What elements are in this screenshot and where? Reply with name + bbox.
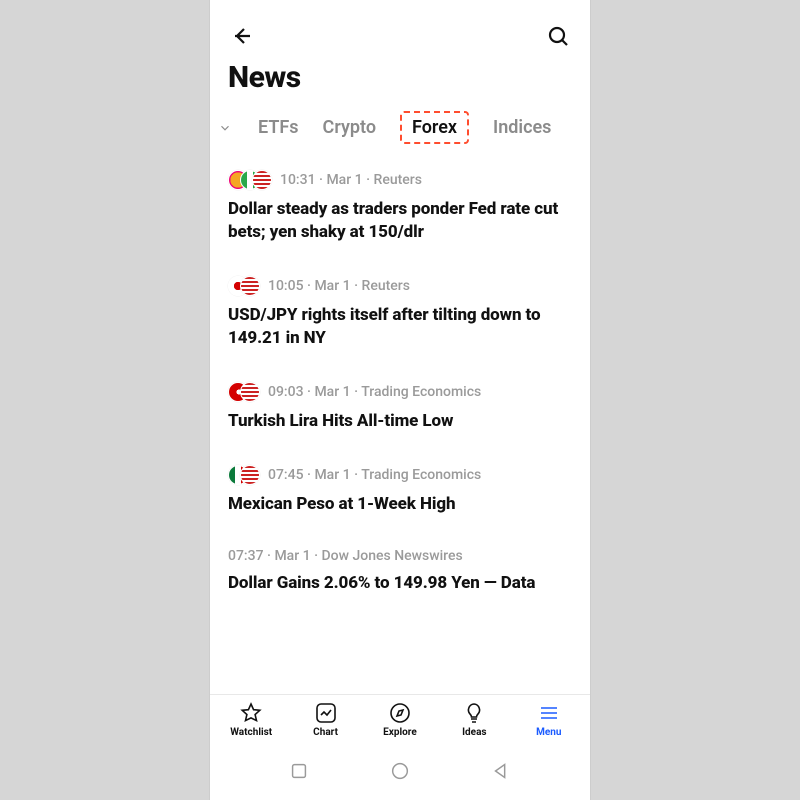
tab-indices[interactable]: Indices bbox=[493, 117, 551, 138]
news-headline: Dollar Gains 2.06% to 149.98 Yen — Data bbox=[228, 572, 572, 595]
news-item[interactable]: 07:37 · Mar 1 · Dow Jones Newswires Dolla… bbox=[228, 538, 572, 617]
news-meta-row: 09:03 · Mar 1 · Trading Economics bbox=[228, 382, 572, 402]
news-headline: USD/JPY rights itself after tilting down… bbox=[228, 304, 572, 350]
lightbulb-icon bbox=[462, 701, 486, 725]
currency-flags bbox=[228, 276, 260, 296]
back-arrow-icon bbox=[230, 24, 254, 48]
search-button[interactable] bbox=[544, 22, 572, 50]
news-meta: 10:05 · Mar 1 · Reuters bbox=[268, 278, 410, 294]
currency-flags bbox=[228, 170, 272, 190]
tabbar-label: Explore bbox=[383, 727, 417, 738]
news-headline: Mexican Peso at 1-Week High bbox=[228, 493, 572, 516]
bottom-tab-bar: Watchlist Chart Explore Ideas Menu bbox=[210, 694, 590, 744]
news-meta-row: 10:31 · Mar 1 · Reuters bbox=[228, 170, 572, 190]
news-item[interactable]: 09:03 · Mar 1 · Trading Economics Turkish… bbox=[228, 372, 572, 455]
compass-icon bbox=[388, 701, 412, 725]
flag-icon bbox=[240, 276, 260, 296]
page-title: News bbox=[210, 56, 590, 101]
tab-crypto[interactable]: Crypto bbox=[323, 117, 376, 138]
app-frame: News ETFs Crypto Forex Indices 10:31 · M… bbox=[210, 0, 590, 800]
circle-icon bbox=[389, 760, 411, 782]
tabbar-chart[interactable]: Chart bbox=[296, 701, 356, 738]
currency-flags bbox=[228, 382, 260, 402]
flag-icon bbox=[252, 170, 272, 190]
tabs-scroll-left[interactable] bbox=[218, 121, 234, 135]
news-meta-row: 07:45 · Mar 1 · Trading Economics bbox=[228, 465, 572, 485]
back-button[interactable] bbox=[228, 22, 256, 50]
category-tabs: ETFs Crypto Forex Indices bbox=[210, 101, 590, 158]
news-item[interactable]: 07:45 · Mar 1 · Trading Economics Mexican… bbox=[228, 455, 572, 538]
news-meta-row: 07:37 · Mar 1 · Dow Jones Newswires bbox=[228, 548, 572, 564]
news-headline: Dollar steady as traders ponder Fed rate… bbox=[228, 198, 572, 244]
news-meta: 07:37 · Mar 1 · Dow Jones Newswires bbox=[228, 548, 463, 564]
news-list: 10:31 · Mar 1 · Reuters Dollar steady as … bbox=[210, 158, 590, 617]
chart-icon bbox=[314, 701, 338, 725]
tabbar-label: Menu bbox=[536, 727, 561, 738]
system-nav-bar bbox=[210, 744, 590, 800]
star-icon bbox=[239, 701, 263, 725]
news-meta: 07:45 · Mar 1 · Trading Economics bbox=[268, 467, 481, 483]
tabbar-label: Chart bbox=[313, 727, 338, 738]
sys-recent-button[interactable] bbox=[288, 760, 310, 782]
sys-back-button[interactable] bbox=[490, 760, 512, 782]
news-meta-row: 10:05 · Mar 1 · Reuters bbox=[228, 276, 572, 296]
tab-etfs[interactable]: ETFs bbox=[258, 117, 299, 138]
flag-icon bbox=[240, 465, 260, 485]
tabbar-ideas[interactable]: Ideas bbox=[444, 701, 504, 738]
news-headline: Turkish Lira Hits All-time Low bbox=[228, 410, 572, 433]
flag-icon bbox=[240, 382, 260, 402]
tabbar-label: Ideas bbox=[462, 727, 486, 738]
scroll-content: News ETFs Crypto Forex Indices 10:31 · M… bbox=[210, 0, 590, 694]
header-bar bbox=[210, 0, 590, 56]
news-meta: 09:03 · Mar 1 · Trading Economics bbox=[268, 384, 481, 400]
currency-flags bbox=[228, 465, 260, 485]
news-item[interactable]: 10:05 · Mar 1 · Reuters USD/JPY rights it… bbox=[228, 266, 572, 372]
search-icon bbox=[546, 24, 570, 48]
triangle-left-icon bbox=[490, 760, 512, 782]
tabbar-menu[interactable]: Menu bbox=[519, 701, 579, 738]
tab-forex[interactable]: Forex bbox=[400, 111, 469, 144]
tabbar-watchlist[interactable]: Watchlist bbox=[221, 701, 281, 738]
news-item[interactable]: 10:31 · Mar 1 · Reuters Dollar steady as … bbox=[228, 160, 572, 266]
news-meta: 10:31 · Mar 1 · Reuters bbox=[280, 172, 422, 188]
tabbar-label: Watchlist bbox=[230, 727, 272, 738]
menu-icon bbox=[537, 701, 561, 725]
sys-home-button[interactable] bbox=[389, 760, 411, 782]
tabbar-explore[interactable]: Explore bbox=[370, 701, 430, 738]
square-icon bbox=[288, 760, 310, 782]
chevron-down-icon bbox=[218, 121, 232, 135]
